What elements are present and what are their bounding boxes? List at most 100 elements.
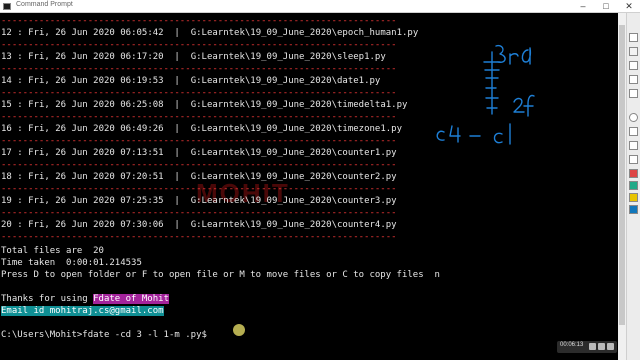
file-weekday: Fri [28,172,45,182]
rewind-icon[interactable] [589,343,596,350]
color-yellow-swatch[interactable] [629,193,638,202]
file-entry: 18 : Fri, 26 Jun 2020 07:20:51 | G:Learn… [1,172,397,183]
field-delimiter: | [163,220,191,230]
field-delimiter: , [44,28,56,38]
thanks-line: Thanks for using Fdate of Mohit [1,294,169,305]
file-index: 16 [1,124,12,134]
field-delimiter: | [163,172,191,182]
field-delimiter: , [44,52,56,62]
file-entry: 15 : Fri, 26 Jun 2020 06:25:08 | G:Learn… [1,100,407,111]
file-weekday: Fri [28,220,45,230]
separator-line: ----------------------------------------… [1,64,397,74]
pause-icon[interactable] [598,343,605,350]
file-entry: 16 : Fri, 26 Jun 2020 06:49:26 | G:Learn… [1,124,402,135]
file-datetime: 26 Jun 2020 07:25:35 [55,196,164,206]
separator-line: ----------------------------------------… [1,232,397,242]
scrollbar-thumb[interactable] [619,25,625,325]
time-taken-text: Time taken 0:00:01.214535 [1,258,142,268]
field-delimiter: , [44,196,56,206]
field-delimiter: , [44,148,56,158]
file-path: G:Learntek\19_09_June_2020\counter4.py [190,220,397,230]
window-title: Command Prompt [16,1,73,8]
file-datetime: 26 Jun 2020 06:17:20 [55,52,164,62]
separator-line: ----------------------------------------… [1,40,397,50]
field-delimiter: : [11,172,29,182]
file-datetime: 26 Jun 2020 06:19:53 [55,76,164,86]
color-blue-swatch[interactable] [629,205,638,214]
field-delimiter: | [163,196,191,206]
eraser-icon[interactable] [629,61,638,70]
rectangle-tool-icon[interactable] [629,89,638,98]
pen-tool-icon[interactable] [629,33,638,42]
field-delimiter: | [163,124,191,134]
file-datetime: 26 Jun 2020 06:49:26 [55,124,164,134]
file-entry: 17 : Fri, 26 Jun 2020 07:13:51 | G:Learn… [1,148,397,159]
field-delimiter: , [44,100,56,110]
file-path: G:Learntek\19_09_June_2020\counter1.py [190,148,397,158]
file-weekday: Fri [28,148,45,158]
field-delimiter: | [163,100,191,110]
file-weekday: Fri [28,196,45,206]
redo-icon[interactable] [629,155,638,164]
annotation-toolbar [626,13,640,360]
field-delimiter: : [11,52,29,62]
file-path: G:Learntek\19_09_June_2020\sleep1.py [190,52,386,62]
field-delimiter: : [11,124,29,134]
file-datetime: 26 Jun 2020 07:20:51 [55,172,164,182]
field-delimiter: , [44,220,56,230]
prompt-help-text: Press D to open folder or F to open file… [1,270,440,280]
text-tool-icon[interactable] [629,127,638,136]
separator-line: ----------------------------------------… [1,184,397,194]
cmd-icon [3,3,11,10]
file-path: G:Learntek\19_09_June_2020\timedelta1.py [190,100,408,110]
field-delimiter: : [11,196,29,206]
file-index: 20 [1,220,12,230]
undo-icon[interactable] [629,141,638,150]
file-index: 13 [1,52,12,62]
field-delimiter: | [163,28,191,38]
file-entry: 19 : Fri, 26 Jun 2020 07:25:35 | G:Learn… [1,196,397,207]
file-path: G:Learntek\19_09_June_2020\date1.py [190,76,381,86]
maximize-button[interactable]: □ [595,0,617,13]
ink-letter-r [509,53,519,65]
field-delimiter: | [163,148,191,158]
handwritten-annotation [436,44,535,145]
file-datetime: 26 Jun 2020 07:30:06 [55,220,164,230]
separator-line: ----------------------------------------… [1,88,397,98]
ink-letter-c-left [436,130,445,141]
minimize-button[interactable]: – [572,0,594,13]
file-weekday: Fri [28,52,45,62]
highlighter-icon[interactable] [629,47,638,56]
file-index: 12 [1,28,12,38]
thanks-prefix: Thanks for using [1,294,94,304]
file-entry: 13 : Fri, 26 Jun 2020 06:17:20 | G:Learn… [1,52,386,63]
playback-time: 00:06:13 [560,342,584,348]
file-path: G:Learntek\19_09_June_2020\timezone1.py [190,124,403,134]
circle-tool-icon[interactable] [629,113,638,122]
ink-digit-3 [495,44,506,64]
file-weekday: Fri [28,100,45,110]
field-delimiter: | [163,76,191,86]
media-player-bar: 00:06:13 [557,341,617,353]
vertical-scrollbar[interactable] [618,13,626,360]
file-weekday: Fri [28,76,45,86]
color-green-swatch[interactable] [629,181,638,190]
file-index: 19 [1,196,12,206]
line-tool-icon[interactable] [629,75,638,84]
command-line[interactable]: C:\Users\Mohit>fdate -cd 3 -l 1-m .py$ [1,330,207,341]
ink-letter-d [521,47,532,65]
ink-letter-f [523,94,535,117]
field-delimiter: : [11,76,29,86]
file-path: G:Learntek\19_09_June_2020\epoch_human1.… [190,28,419,38]
file-path: G:Learntek\19_09_June_2020\counter3.py [190,196,397,206]
field-delimiter: : [11,100,29,110]
field-delimiter: , [44,172,56,182]
mouse-cursor-highlight [233,324,245,336]
file-entry: 14 : Fri, 26 Jun 2020 06:19:53 | G:Learn… [1,76,380,87]
ink-digit-4 [449,125,461,143]
close-button[interactable]: ✕ [618,0,640,13]
separator-line: ----------------------------------------… [1,16,397,26]
stop-icon[interactable] [607,343,614,350]
color-red-swatch[interactable] [629,169,638,178]
file-datetime: 26 Jun 2020 06:05:42 [55,28,164,38]
